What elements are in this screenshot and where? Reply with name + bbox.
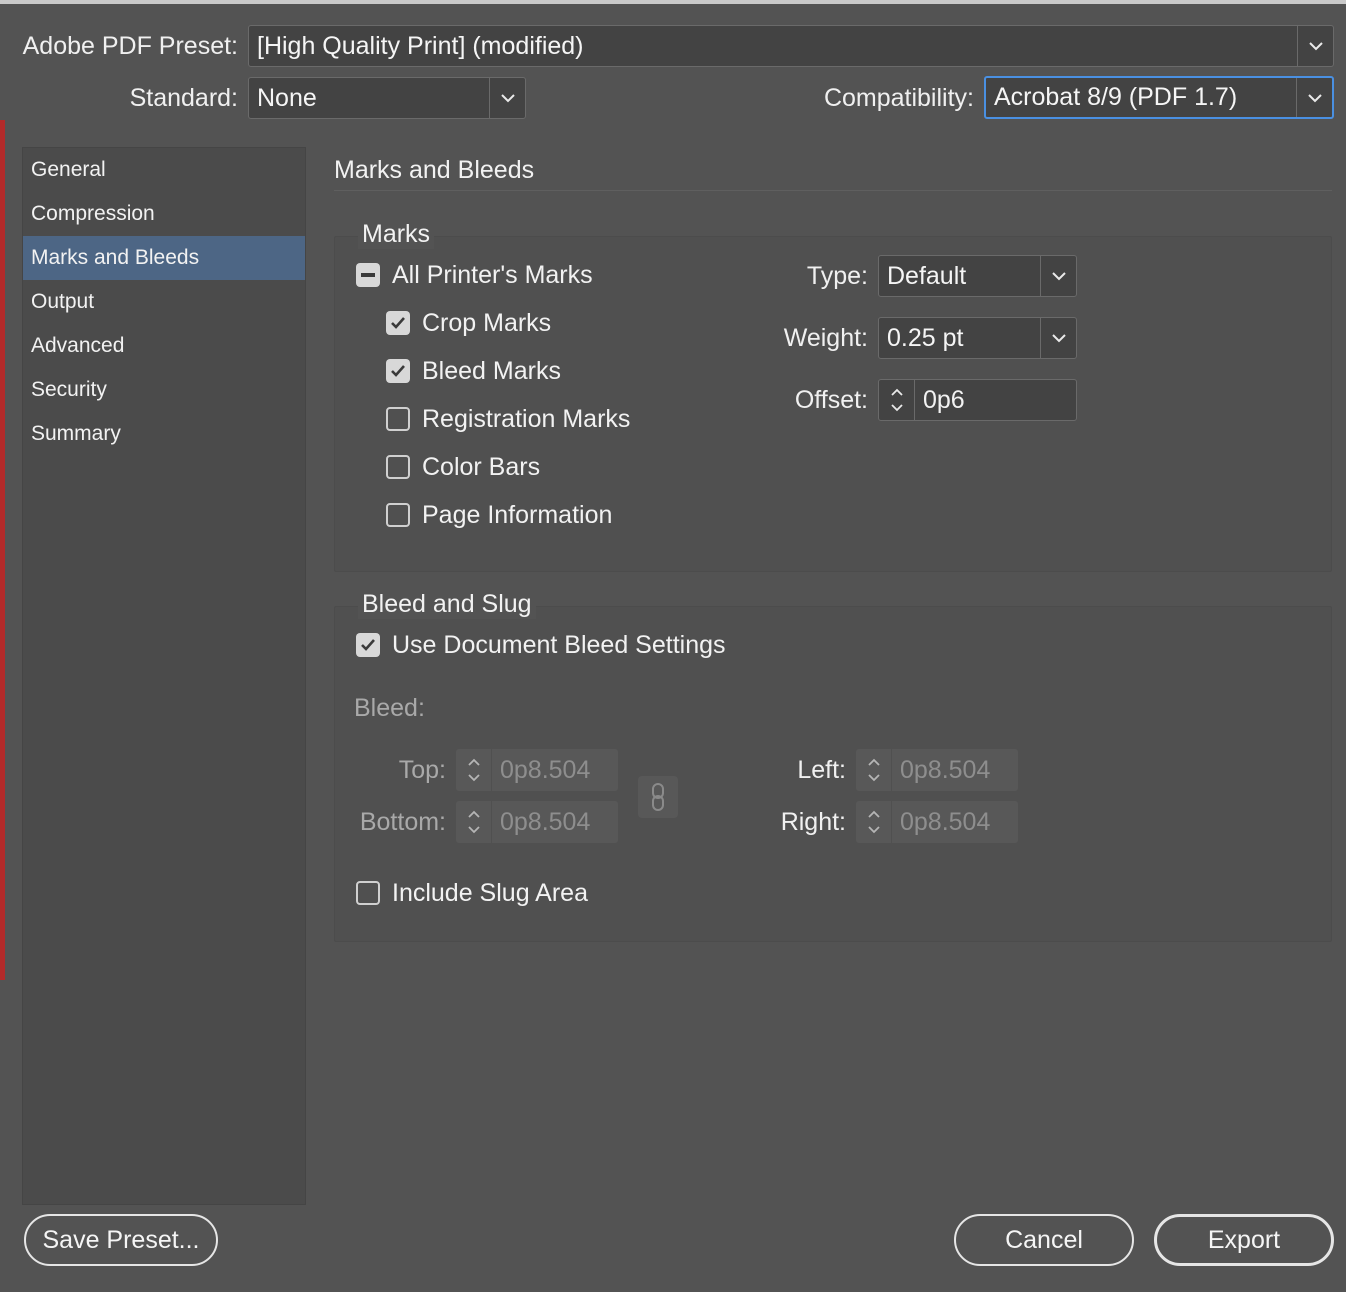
chevron-down-icon [489,78,525,118]
all-printers-marks-label: All Printer's Marks [392,261,593,289]
up-down-arrows-icon[interactable] [879,380,915,420]
bleed-slug-group-title: Bleed and Slug [358,590,536,619]
standard-label: Standard: [129,84,238,112]
weight-dropdown[interactable]: 0.25 pt [878,317,1077,359]
bleed-bottom-stepper[interactable]: 0p8.504 [456,801,618,843]
up-down-arrows-icon[interactable] [456,801,492,843]
color-bars-checkbox[interactable] [386,455,410,479]
standard-value: None [257,83,317,112]
bleed-right-label: Right: [780,808,846,836]
checkmark-icon [391,317,405,329]
include-slug-checkbox[interactable] [356,881,380,905]
registration-marks-checkbox[interactable] [386,407,410,431]
registration-marks-label: Registration Marks [422,405,631,433]
use-document-bleed-label: Use Document Bleed Settings [392,631,726,659]
chain-link-icon[interactable] [638,776,678,818]
save-preset-button[interactable]: Save Preset... [24,1214,218,1266]
chevron-down-icon [1296,78,1332,117]
up-down-arrows-icon[interactable] [456,749,492,791]
up-down-arrows-icon[interactable] [856,801,892,843]
bleed-bottom-value: 0p8.504 [500,807,591,836]
up-down-arrows-icon[interactable] [856,749,892,791]
crop-marks-label: Crop Marks [422,309,552,337]
background-window-edge [0,120,5,980]
weight-value: 0.25 pt [887,323,964,352]
bleed-bottom-label: Bottom: [359,808,446,836]
compatibility-value: Acrobat 8/9 (PDF 1.7) [994,83,1238,111]
sidebar-item-general[interactable]: General [23,148,305,192]
preset-label: Adobe PDF Preset: [22,32,238,60]
sidebar-item-marks-and-bleeds[interactable]: Marks and Bleeds [23,236,305,280]
sidebar-item-output[interactable]: Output [23,280,305,324]
minus-icon [361,273,375,277]
marks-group-title: Marks [358,220,435,249]
offset-value: 0p6 [923,385,965,414]
bleed-top-label: Top: [398,756,446,784]
bleed-right-stepper[interactable]: 0p8.504 [856,801,1018,843]
window-top-edge [0,0,1346,4]
chevron-down-icon [1297,26,1333,66]
type-dropdown[interactable]: Default [878,255,1077,297]
bleed-marks-checkbox[interactable] [386,359,410,383]
page-information-checkbox[interactable] [386,503,410,527]
checkmark-icon [391,365,405,377]
bleed-left-label: Left: [797,756,846,784]
sidebar-item-advanced[interactable]: Advanced [23,324,305,368]
type-label: Type: [806,262,868,290]
bleed-left-stepper[interactable]: 0p8.504 [856,749,1018,791]
section-title: Marks and Bleeds [334,156,535,184]
sidebar-item-summary[interactable]: Summary [23,412,305,456]
page-information-label: Page Information [422,501,613,529]
offset-label: Offset: [794,386,868,414]
bleed-left-value: 0p8.504 [900,755,991,784]
checkmark-icon [361,639,375,651]
bleed-right-value: 0p8.504 [900,807,991,836]
include-slug-label: Include Slug Area [392,879,588,907]
preset-dropdown[interactable]: [High Quality Print] (modified) [248,25,1334,67]
offset-stepper[interactable]: 0p6 [878,379,1077,421]
use-document-bleed-checkbox[interactable] [356,633,380,657]
chevron-down-icon [1040,256,1076,296]
bleed-top-stepper[interactable]: 0p8.504 [456,749,618,791]
bleed-top-value: 0p8.504 [500,755,591,784]
bleed-label: Bleed: [354,694,425,722]
section-divider [334,190,1332,191]
type-value: Default [887,261,967,290]
compatibility-label: Compatibility: [823,84,974,112]
all-printers-marks-checkbox[interactable] [356,263,380,287]
weight-label: Weight: [783,324,868,352]
cancel-button[interactable]: Cancel [954,1214,1134,1266]
preset-value: [High Quality Print] (modified) [257,31,584,60]
category-sidebar: General Compression Marks and Bleeds Out… [22,147,306,1205]
color-bars-label: Color Bars [422,453,541,481]
standard-dropdown[interactable]: None [248,77,526,119]
crop-marks-checkbox[interactable] [386,311,410,335]
chevron-down-icon [1040,318,1076,358]
bleed-marks-label: Bleed Marks [422,357,561,385]
export-button[interactable]: Export [1154,1214,1334,1266]
sidebar-item-security[interactable]: Security [23,368,305,412]
sidebar-item-compression[interactable]: Compression [23,192,305,236]
compatibility-dropdown[interactable]: Acrobat 8/9 (PDF 1.7) [984,76,1334,119]
